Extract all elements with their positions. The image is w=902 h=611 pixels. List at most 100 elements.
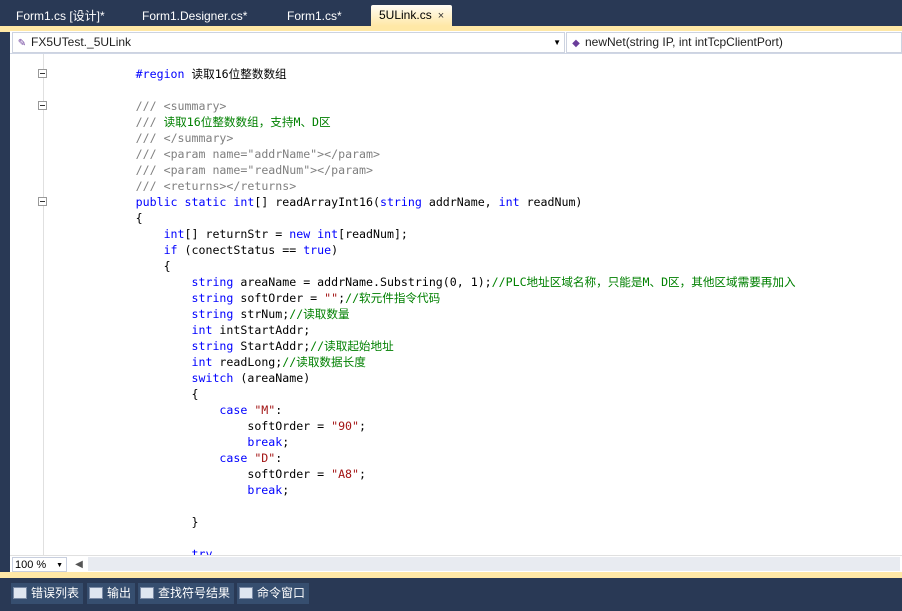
code-token: switch — [191, 371, 234, 385]
code-token: /// — [135, 147, 157, 161]
code-line: int[] returnStr = new int[readNum]; — [10, 226, 796, 242]
zoom-dropdown[interactable]: 100 % ▼ — [12, 557, 67, 572]
code-token: readLong; — [212, 355, 283, 369]
tab-form1-design[interactable]: Form1.cs [设计]* — [8, 6, 113, 26]
tab-label: 查找符号结果 — [158, 586, 231, 600]
tab-label: 输出 — [107, 586, 132, 600]
code-token: //读取数据长度 — [282, 355, 366, 369]
code-line: break; — [10, 482, 796, 498]
code-token: { — [79, 259, 171, 273]
tab-command-window[interactable]: 命令窗口 — [237, 583, 310, 604]
tab-label: 错误列表 — [31, 586, 80, 600]
code-line: if (conectStatus == true) — [10, 242, 796, 258]
tab-error-list[interactable]: 错误列表 — [11, 583, 84, 604]
code-editor[interactable]: #region 读取16位整数数组 /// <summary> /// 读取16… — [10, 54, 902, 555]
code-token: string — [379, 195, 422, 209]
tab-label: 5ULink.cs — [379, 8, 432, 22]
code-token: "A8" — [331, 467, 360, 481]
tab-find-symbol-results[interactable]: 查找符号结果 — [138, 583, 235, 604]
code-token: break — [247, 435, 283, 449]
code-line: case "D": — [10, 450, 796, 466]
code-token: 读取16位整数数组，支持M、D区 — [156, 115, 331, 129]
code-line: string StartAddr;//读取起始地址 — [10, 338, 796, 354]
code-line: int intStartAddr; — [10, 322, 796, 338]
chevron-down-icon: ▼ — [56, 562, 63, 569]
tab-label: 命令窗口 — [257, 586, 306, 600]
code-token: 读取16位整数数组 — [184, 67, 287, 81]
code-line: string strNum;//读取数量 — [10, 306, 796, 322]
code-token: ) — [331, 243, 339, 257]
code-token: [readNum]; — [338, 227, 408, 241]
close-icon[interactable]: × — [438, 6, 444, 26]
code-token: softOrder = — [79, 419, 332, 433]
tab-form1-designer[interactable]: Form1.Designer.cs* — [134, 6, 255, 26]
output-icon — [89, 587, 103, 599]
code-line: string softOrder = "";//软元件指令代码 — [10, 290, 796, 306]
code-token: [] readArrayInt16( — [254, 195, 380, 209]
code-token: softOrder = — [79, 467, 332, 481]
code-token: ; — [282, 483, 290, 497]
code-token: "D" — [254, 451, 276, 465]
code-token: <summary> — [163, 99, 227, 113]
tab-form1-cs[interactable]: Form1.cs* — [279, 6, 350, 26]
code-token: <returns></returns> — [163, 179, 297, 193]
code-line: { — [10, 210, 796, 226]
class-icon: ✎ — [17, 38, 27, 49]
code-token: ; — [359, 467, 366, 481]
code-line: softOrder = "A8"; — [10, 466, 796, 482]
code-token: if — [163, 243, 178, 257]
code-token: //软元件指令代码 — [345, 291, 441, 305]
scroll-left-icon[interactable]: ◀ — [72, 557, 86, 572]
code-token: /// — [135, 99, 157, 113]
code-token: strNum; — [233, 307, 290, 321]
code-line: public static int[] readArrayInt16(strin… — [10, 194, 796, 210]
code-line: { — [10, 258, 796, 274]
code-line: /// <param name="addrName"></param> — [10, 146, 796, 162]
code-token: try — [191, 547, 213, 555]
tab-output[interactable]: 输出 — [87, 583, 136, 604]
horizontal-scrollbar[interactable] — [88, 557, 900, 571]
code-token: string — [191, 307, 234, 321]
code-line: { — [10, 386, 796, 402]
code-token: case — [219, 403, 248, 417]
code-token: //读取起始地址 — [310, 339, 394, 353]
code-token: softOrder = — [233, 291, 325, 305]
code-token: int — [163, 227, 185, 241]
code-token: true — [303, 243, 332, 257]
zoom-value: 100 % — [15, 559, 47, 571]
code-token: /// — [135, 163, 157, 177]
chevron-down-icon: ▼ — [553, 38, 561, 47]
code-token: break — [247, 483, 283, 497]
code-token: addrName, — [421, 195, 499, 209]
member-dropdown[interactable]: ◆ newNet(string IP, int intTcpClientPort) — [566, 32, 902, 53]
code-line: int readLong;//读取数据长度 — [10, 354, 796, 370]
tab-5ulink[interactable]: 5ULink.cs × — [371, 5, 453, 26]
code-token: areaName = addrName.Substring(0, 1); — [233, 275, 492, 289]
code-token: //读取数量 — [289, 307, 350, 321]
class-dropdown-value: FX5UTest._5ULink — [31, 35, 132, 49]
code-token: public static int — [135, 195, 255, 209]
code-text: #region 读取16位整数数组 /// <summary> /// 读取16… — [10, 66, 796, 555]
code-token: int — [498, 195, 520, 209]
code-line: string areaName = addrName.Substring(0, … — [10, 274, 796, 290]
code-token: } — [79, 515, 199, 529]
class-dropdown[interactable]: ✎ FX5UTest._5ULink ▼ — [12, 32, 565, 53]
code-token: string — [191, 339, 234, 353]
